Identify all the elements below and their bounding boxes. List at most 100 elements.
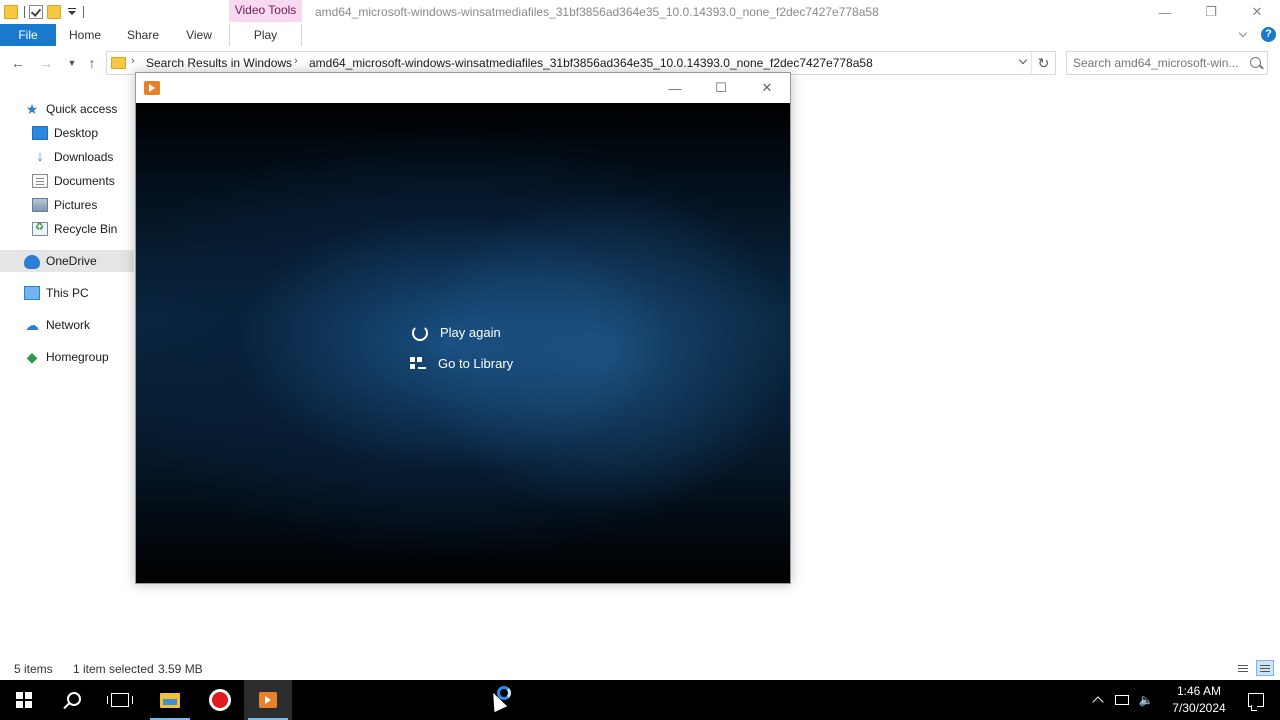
window-controls: — ❐ ✕ [1142, 0, 1280, 24]
breadcrumb-current-folder[interactable]: amd64_microsoft-windows-winsatmediafiles… [309, 56, 873, 70]
cloud-icon [24, 255, 40, 269]
up-button[interactable]: ↑ [82, 53, 102, 73]
nav-desktop[interactable]: Desktop [0, 122, 136, 144]
quick-access-toolbar [0, 2, 84, 22]
recent-locations-button[interactable]: ▼ [62, 53, 82, 73]
video-area[interactable]: Play again Go to Library [136, 103, 790, 583]
nav-downloads[interactable]: ↓ Downloads [0, 146, 136, 168]
search-icon[interactable] [1250, 57, 1261, 68]
action-center-icon[interactable] [1248, 693, 1264, 711]
nav-pictures[interactable]: Pictures [0, 194, 136, 216]
volume-button[interactable]: 🔈 [1134, 680, 1158, 720]
nav-label: Homegroup [46, 350, 109, 364]
close-button[interactable]: ✕ [1234, 0, 1280, 24]
player-minimize-button[interactable]: — [652, 73, 698, 103]
clock[interactable]: 1:46 AM 7/30/2024 [1164, 683, 1234, 717]
nav-label: OneDrive [46, 254, 97, 268]
play-again-label: Play again [440, 325, 501, 340]
nav-onedrive[interactable]: OneDrive [0, 250, 134, 272]
play-again-button[interactable]: Play again [410, 317, 513, 348]
properties-icon[interactable] [29, 5, 43, 19]
nav-homegroup[interactable]: ◆ Homegroup [0, 346, 136, 368]
refresh-button[interactable]: ↻ [1031, 52, 1055, 74]
nav-label: Pictures [54, 198, 98, 212]
breadcrumb-search-results[interactable]: Search Results in Windows [146, 56, 292, 70]
window-title: amd64_microsoft-windows-winsatmediafiles… [315, 5, 879, 19]
movies-tv-app-icon [144, 81, 160, 95]
nav-this-pc[interactable]: This PC [0, 282, 136, 304]
go-to-library-label: Go to Library [438, 356, 514, 371]
nav-recycle-bin[interactable]: Recycle Bin [0, 218, 136, 240]
nav-label: Desktop [54, 126, 99, 140]
new-folder-icon[interactable] [47, 5, 61, 19]
folder-icon [4, 5, 18, 19]
nav-label: Quick access [46, 102, 118, 116]
explorer-title-bar: Video Tools amd64_microsoft-windows-wins… [0, 0, 1280, 24]
desktop-icon [32, 126, 48, 140]
taskbar-movies-tv[interactable] [244, 680, 292, 720]
large-icons-view-icon[interactable] [1256, 660, 1274, 676]
clock-time: 1:46 AM [1176, 684, 1222, 698]
view-buttons [1234, 660, 1274, 676]
minimize-button[interactable]: — [1142, 0, 1188, 24]
taskbar-file-explorer[interactable] [146, 680, 194, 720]
status-bar: 5 items 1 item selected 3.59 MB [0, 658, 1280, 680]
nav-quick-access[interactable]: ★ Quick access [0, 98, 136, 120]
replay-icon [412, 325, 428, 341]
go-to-library-button[interactable]: Go to Library [410, 348, 513, 379]
forward-button[interactable]: → [36, 53, 56, 73]
task-view-button[interactable] [96, 680, 144, 720]
selection-size: 3.59 MB [158, 662, 203, 676]
navigation-pane: ★ Quick access Desktop ↓ Downloads Docum… [0, 96, 136, 656]
toolbar-divider [83, 6, 84, 18]
tab-home[interactable]: Home [62, 24, 108, 46]
search-box[interactable] [1066, 51, 1268, 75]
tab-share[interactable]: Share [120, 24, 166, 46]
system-tray: 🔈 1:46 AM 7/30/2024 [1086, 680, 1280, 720]
tab-play[interactable]: Play [229, 24, 302, 46]
library-icon [410, 356, 426, 372]
nav-label: Documents [54, 174, 115, 188]
search-input[interactable] [1073, 55, 1243, 71]
download-icon: ↓ [36, 148, 44, 165]
expand-ribbon-icon[interactable] [1237, 29, 1249, 41]
taskbar: 🔈 1:46 AM 7/30/2024 [0, 680, 1280, 720]
speaker-icon: 🔈 [1138, 693, 1154, 707]
breadcrumb-separator-icon[interactable]: › [131, 55, 135, 67]
nav-network[interactable]: ☁ Network [0, 314, 136, 336]
network-icon: ☁ [25, 317, 39, 333]
details-view-icon[interactable] [1234, 660, 1252, 676]
nav-label: Network [46, 318, 91, 332]
chevron-up-icon [1092, 696, 1104, 708]
tab-file[interactable]: File [0, 24, 56, 46]
address-dropdown-icon[interactable] [1017, 56, 1029, 68]
documents-icon [32, 174, 48, 188]
search-button[interactable] [48, 680, 96, 720]
customize-toolbar-icon[interactable] [67, 7, 77, 17]
windows-logo-icon [16, 692, 32, 708]
breadcrumb-separator-icon[interactable]: › [294, 55, 298, 67]
help-icon[interactable]: ? [1261, 27, 1276, 42]
back-button[interactable]: ← [8, 53, 28, 73]
playback-ended-menu: Play again Go to Library [410, 317, 513, 379]
start-button[interactable] [0, 680, 48, 720]
nav-label: Recycle Bin [54, 222, 118, 236]
nav-documents[interactable]: Documents [0, 170, 136, 192]
star-icon: ★ [25, 101, 39, 117]
video-tools-context-label: Video Tools [229, 0, 302, 22]
folder-icon [111, 57, 126, 69]
selection-count: 1 item selected [73, 662, 154, 676]
player-close-button[interactable]: ✕ [744, 73, 790, 103]
player-maximize-button[interactable]: ☐ [698, 73, 744, 103]
movies-tv-app-icon [259, 692, 277, 708]
item-count: 5 items [14, 662, 53, 676]
network-icon [1115, 695, 1129, 705]
network-tray-button[interactable] [1110, 680, 1134, 720]
show-hidden-icons-button[interactable] [1086, 680, 1110, 720]
ribbon-tabs: File Home Share View Play ? [0, 24, 1280, 46]
nav-label: Downloads [54, 150, 114, 164]
taskbar-recorder[interactable] [196, 680, 244, 720]
homegroup-icon: ◆ [26, 349, 38, 365]
restore-button[interactable]: ❐ [1188, 0, 1234, 24]
tab-view[interactable]: View [178, 24, 220, 46]
